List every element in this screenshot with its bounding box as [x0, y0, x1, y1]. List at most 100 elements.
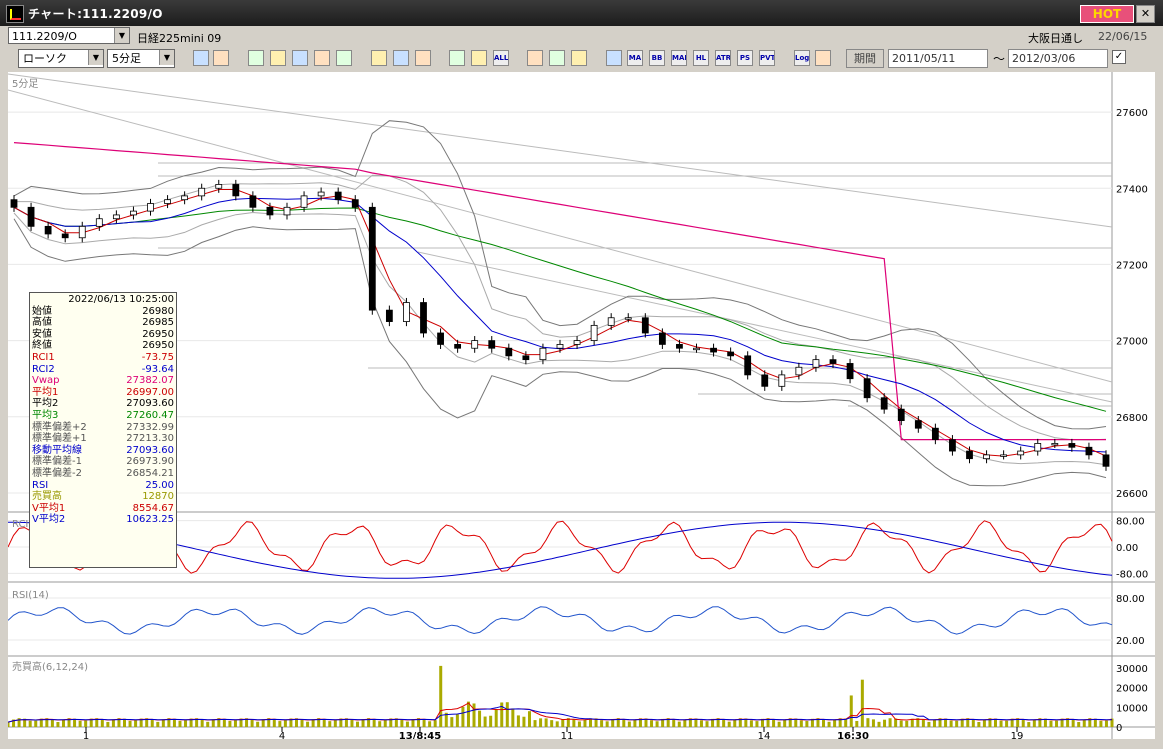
- candle-body: [488, 340, 496, 349]
- volume-bar: [34, 720, 38, 727]
- x-tick-label: 14: [758, 731, 771, 739]
- chevron-down-icon[interactable]: ▼: [88, 50, 103, 65]
- vol-ind-icon[interactable]: [606, 50, 622, 66]
- volume-bar: [306, 721, 310, 727]
- candle-body: [215, 184, 223, 189]
- volume-bar: [749, 720, 753, 727]
- close-icon[interactable]: ✕: [1136, 5, 1155, 23]
- volume-bar: [949, 720, 953, 727]
- wrench-icon[interactable]: [549, 50, 565, 66]
- info-row: 安値 26950: [32, 329, 174, 341]
- candle-body: [368, 206, 376, 311]
- info-value: 26950: [142, 340, 174, 352]
- period-checkbox[interactable]: ✓: [1112, 50, 1126, 64]
- info-datetime: 2022/06/13 10:25:00: [68, 294, 174, 305]
- palette-icon[interactable]: [571, 50, 587, 66]
- log-icon[interactable]: Log: [794, 50, 810, 66]
- volume-bar: [511, 708, 515, 727]
- info-label: 始値: [32, 305, 52, 317]
- atr-icon[interactable]: ATR: [715, 50, 731, 66]
- volume-bar: [677, 721, 681, 727]
- interval-select[interactable]: 5分足 ▼: [107, 49, 175, 68]
- zoom-icon[interactable]: [193, 50, 209, 66]
- app-chart-icon: [6, 5, 24, 23]
- hot-button[interactable]: HOT: [1080, 5, 1134, 23]
- candle-body: [727, 351, 735, 357]
- volume-bar: [489, 715, 493, 727]
- volume-bar: [699, 720, 703, 727]
- chart-area[interactable]: 27600 27400 27200 27000 26800 26600 80.00 0.00 -…: [8, 72, 1155, 739]
- cursor-icon[interactable]: [393, 50, 409, 66]
- info-row: RSI 25.00: [32, 480, 174, 492]
- candle-body: [676, 344, 683, 349]
- gear-icon[interactable]: [527, 50, 543, 66]
- candle-body: [1068, 443, 1076, 448]
- volume-bar: [544, 718, 548, 727]
- info-value: 27093.60: [126, 398, 174, 410]
- rsi-panel-label: RSI(14): [12, 590, 49, 601]
- trend-icon[interactable]: [336, 50, 352, 66]
- candle-icon[interactable]: [449, 50, 465, 66]
- period-button[interactable]: 期間: [846, 49, 884, 68]
- volume-bar: [428, 721, 432, 727]
- mae-icon[interactable]: MAE: [671, 50, 687, 66]
- chevron-down-icon[interactable]: ▼: [114, 28, 129, 43]
- cross-icon[interactable]: [248, 50, 264, 66]
- date-from-field[interactable]: 2011/05/11: [888, 49, 988, 68]
- grid-icon[interactable]: [213, 50, 229, 66]
- volume-bar: [233, 720, 237, 727]
- data-window: 2022/06/13 10:25:00 始値 26980 高値 26985 安値 2695…: [29, 292, 177, 568]
- symbol-code: 111.2209/O: [12, 30, 77, 43]
- volume-bar: [483, 716, 487, 727]
- volume-tick-label: 0: [1116, 723, 1122, 734]
- volume-bar: [272, 718, 276, 727]
- info-row: V平均2 10623.25: [32, 514, 174, 526]
- chart-type-select[interactable]: ローソク ▼: [18, 49, 104, 68]
- window-title: チャート:111.2209/O: [28, 7, 163, 21]
- volume-bar: [622, 719, 626, 727]
- info-value: 27093.60: [126, 444, 174, 456]
- info-value: 26950: [142, 328, 174, 340]
- rci-panel-label: RCI: [12, 519, 28, 530]
- market-label: 大阪日通し: [1028, 32, 1083, 45]
- volume-bar: [111, 719, 115, 727]
- volume-bar: [200, 719, 204, 727]
- volume-icon[interactable]: [292, 50, 308, 66]
- candle-body: [1085, 446, 1093, 456]
- candle-body: [437, 332, 444, 345]
- arrow-icon[interactable]: [415, 50, 431, 66]
- volume-bar: [278, 721, 282, 727]
- volume-bar: [932, 719, 936, 727]
- volume-bar: [577, 721, 581, 727]
- bb-icon[interactable]: BB: [649, 50, 665, 66]
- swap-icon[interactable]: [314, 50, 330, 66]
- volume-bar: [627, 721, 631, 727]
- volume-bar: [311, 719, 315, 727]
- search-icon[interactable]: [270, 50, 286, 66]
- line-draw-icon[interactable]: [371, 50, 387, 66]
- volume-bar: [1032, 719, 1036, 727]
- volume-bar: [228, 721, 232, 727]
- volume-bar: [50, 719, 54, 727]
- candle-body: [471, 340, 479, 349]
- info-value: -73.75: [141, 351, 174, 363]
- volume-bar: [833, 719, 837, 727]
- info-value: 27332.99: [126, 421, 174, 433]
- candle-body: [1017, 450, 1025, 456]
- candle-body: [846, 363, 854, 380]
- mark-icon[interactable]: [815, 50, 831, 66]
- ps-icon[interactable]: PS: [737, 50, 753, 66]
- pvt-icon[interactable]: PVT: [759, 50, 775, 66]
- chevron-down-icon[interactable]: ▼: [159, 50, 174, 65]
- volume-bar: [539, 718, 543, 727]
- sound-icon[interactable]: [471, 50, 487, 66]
- candle-body: [1034, 443, 1042, 452]
- date-to-field[interactable]: 2012/03/06: [1008, 49, 1108, 68]
- volume-bar: [827, 721, 831, 727]
- hl-icon[interactable]: HL: [693, 50, 709, 66]
- ma-icon[interactable]: MA: [627, 50, 643, 66]
- candle-body: [300, 195, 308, 208]
- all-icon[interactable]: ALL: [493, 50, 509, 66]
- symbol-select[interactable]: 111.2209/O ▼: [8, 27, 130, 44]
- volume-bar: [727, 721, 731, 727]
